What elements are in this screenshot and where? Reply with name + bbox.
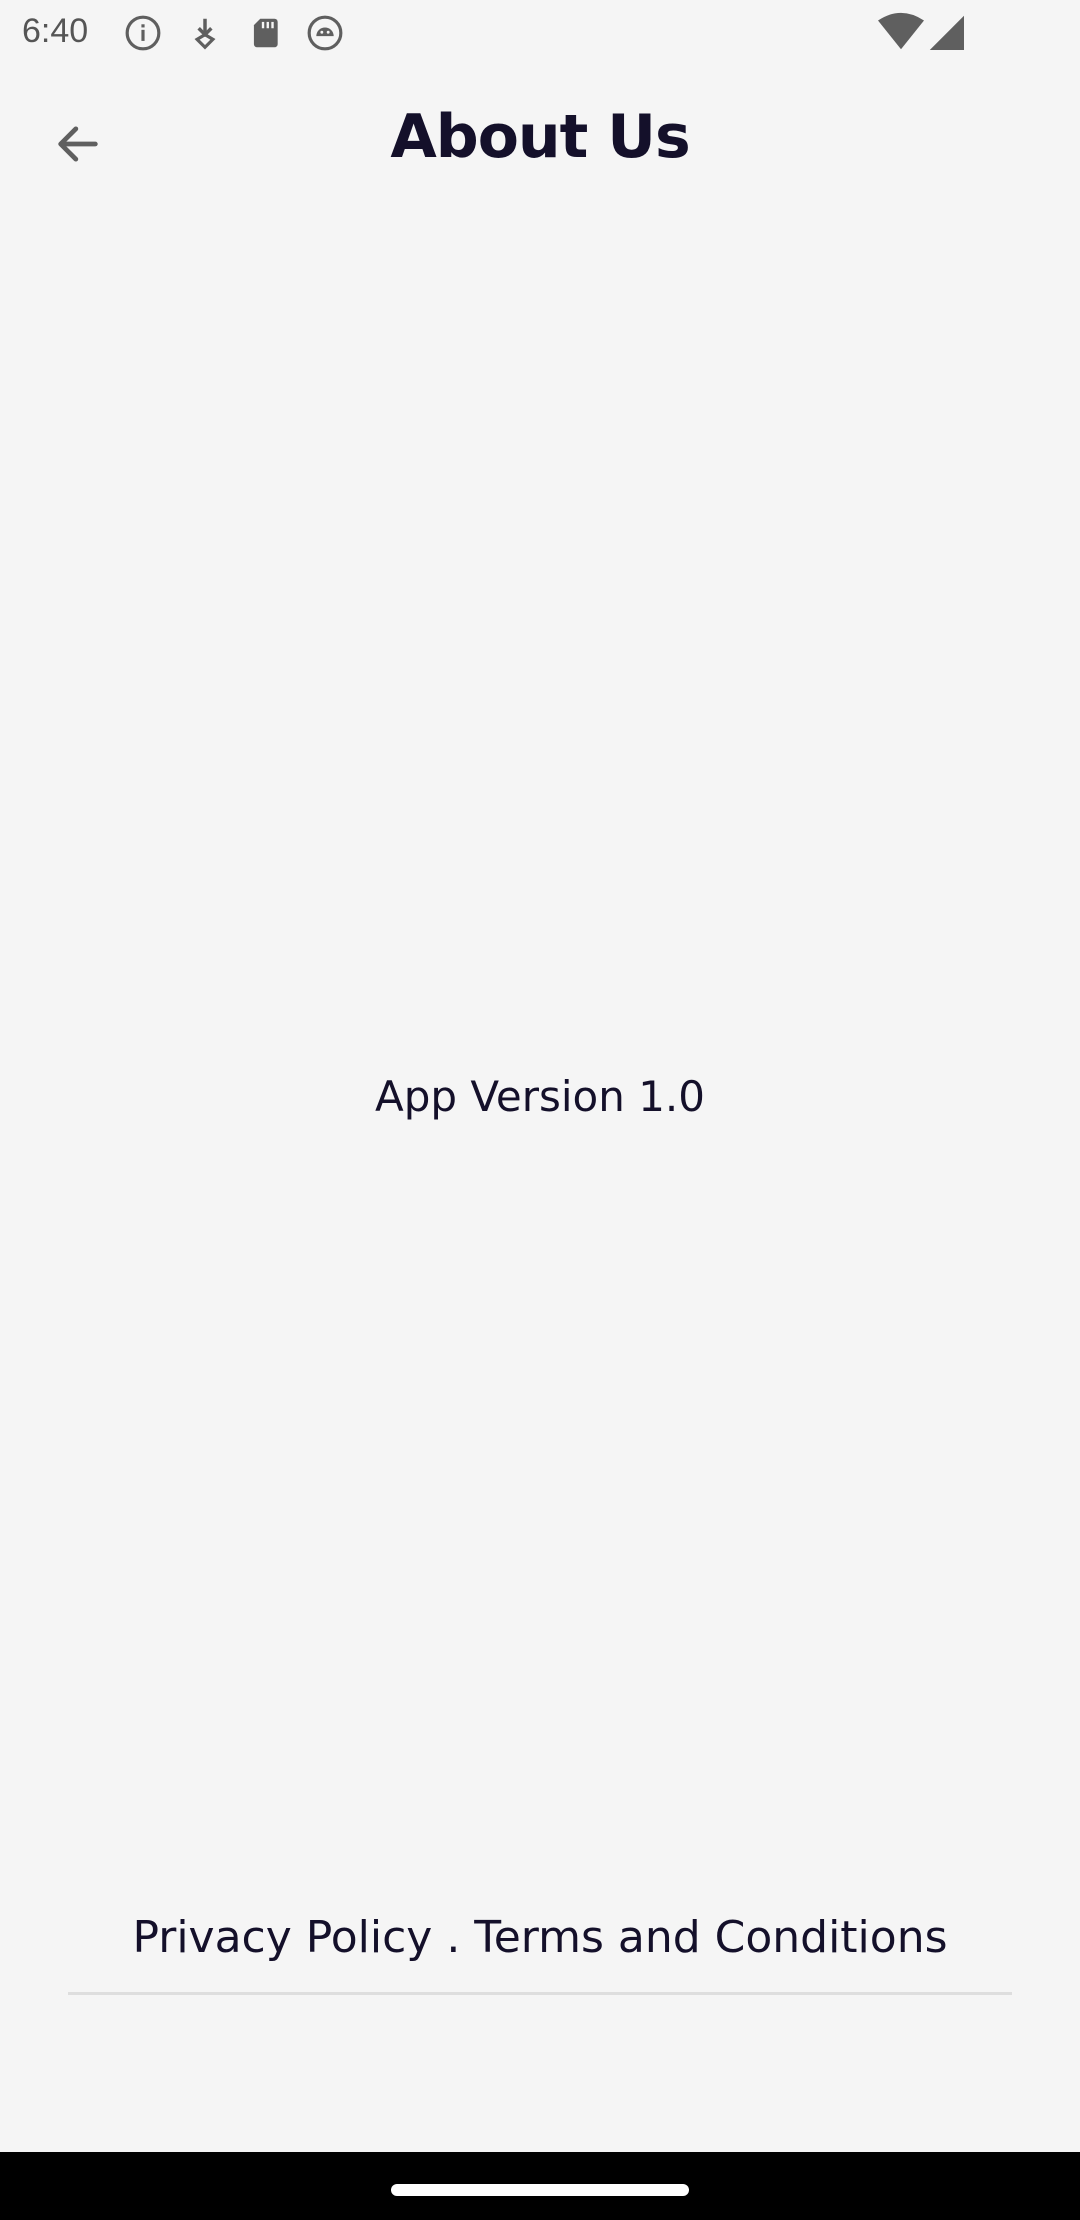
app-version-text: App Version 1.0: [375, 1072, 705, 1121]
download-icon: [186, 14, 224, 52]
info-icon: [124, 14, 162, 52]
status-bar: 6:40: [0, 0, 1080, 66]
top-app-bar: About Us: [0, 66, 1080, 226]
android-icon: [306, 14, 344, 52]
system-nav-bar: [0, 2152, 1080, 2220]
wifi-icon: [878, 12, 924, 52]
footer-separator: .: [432, 1912, 475, 1963]
signal-icon: [928, 12, 964, 52]
home-gesture-handle[interactable]: [391, 2184, 689, 2196]
status-time: 6:40: [22, 12, 89, 50]
page-title: About Us: [390, 102, 690, 172]
privacy-policy-link[interactable]: Privacy Policy: [132, 1912, 432, 1963]
footer-divider: [68, 1992, 1012, 1995]
terms-and-conditions-link[interactable]: Terms and Conditions: [474, 1912, 947, 1963]
footer-links: Privacy Policy . Terms and Conditions: [0, 1912, 1080, 1963]
sd-card-icon: [246, 14, 284, 52]
